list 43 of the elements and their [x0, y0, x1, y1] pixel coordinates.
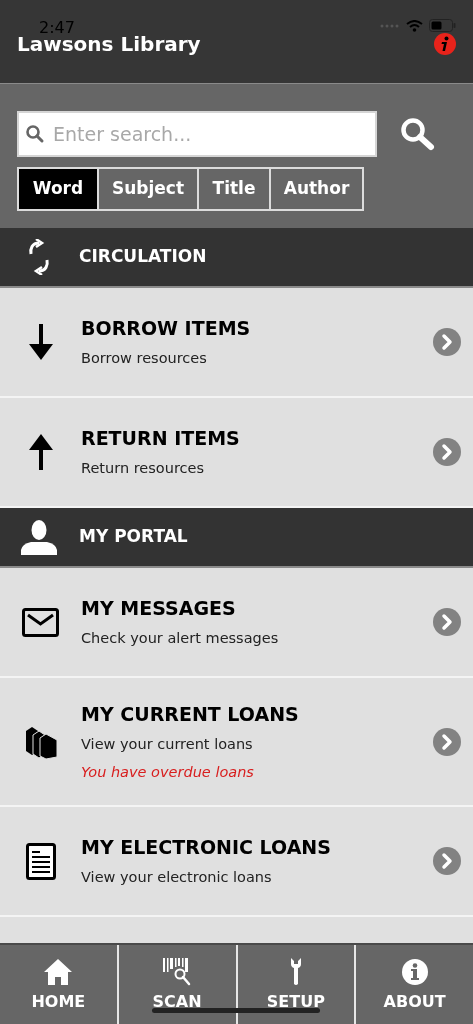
search-field[interactable]: Enter search... — [17, 111, 377, 157]
chevron-right-icon — [433, 608, 461, 636]
search-type-tab[interactable]: Author — [269, 167, 364, 211]
home-icon — [44, 959, 73, 985]
wrench-icon — [288, 958, 303, 986]
app-title: Lawsons Library — [17, 32, 201, 57]
item-subtitle: View your electronic loans — [81, 868, 273, 887]
battery-icon — [429, 19, 456, 32]
item-title: MY CURRENT LOANS — [81, 701, 300, 726]
books-icon — [23, 724, 58, 759]
search-icon — [25, 124, 45, 144]
overdue-warning: You have overdue loans — [81, 762, 255, 782]
signal-icon — [380, 23, 400, 28]
person-icon — [21, 519, 57, 555]
chevron-right-icon — [433, 727, 461, 756]
chevron-right-icon — [433, 847, 461, 875]
info-icon — [400, 958, 429, 986]
item-title: MY ELECTRONIC LOANS — [81, 835, 332, 859]
item-subtitle: Borrow resources — [81, 349, 208, 368]
down-arrow-icon — [28, 324, 53, 360]
search-type-tab[interactable]: Word — [17, 167, 99, 211]
chevron-right-icon — [433, 328, 461, 356]
envelope-icon — [22, 607, 59, 637]
section-title: CIRCULATION — [79, 245, 207, 269]
item-title: RETURN ITEMS — [81, 426, 241, 450]
item-subtitle: View your current loans — [81, 734, 254, 754]
ereader-icon — [25, 842, 56, 880]
info-badge-icon[interactable] — [434, 33, 456, 55]
barcode-search-icon — [163, 958, 192, 986]
refresh-icon — [27, 239, 51, 275]
tab-bar-item[interactable]: HOME — [0, 945, 117, 1024]
up-arrow-icon — [28, 434, 53, 470]
wifi-icon — [406, 19, 423, 32]
item-subtitle: Check your alert messages — [81, 629, 280, 648]
item-title: BORROW ITEMS — [81, 316, 252, 340]
search-icon — [399, 116, 435, 152]
item-subtitle: Return resources — [81, 459, 205, 478]
search-type-tab[interactable]: Subject — [97, 167, 199, 211]
tab-bar-item[interactable]: ABOUT — [354, 945, 473, 1024]
search-type-tab[interactable]: Title — [197, 167, 271, 211]
chevron-right-icon — [433, 438, 461, 466]
section-title: MY PORTAL — [79, 525, 188, 549]
item-title: MY MESSAGES — [81, 596, 237, 620]
